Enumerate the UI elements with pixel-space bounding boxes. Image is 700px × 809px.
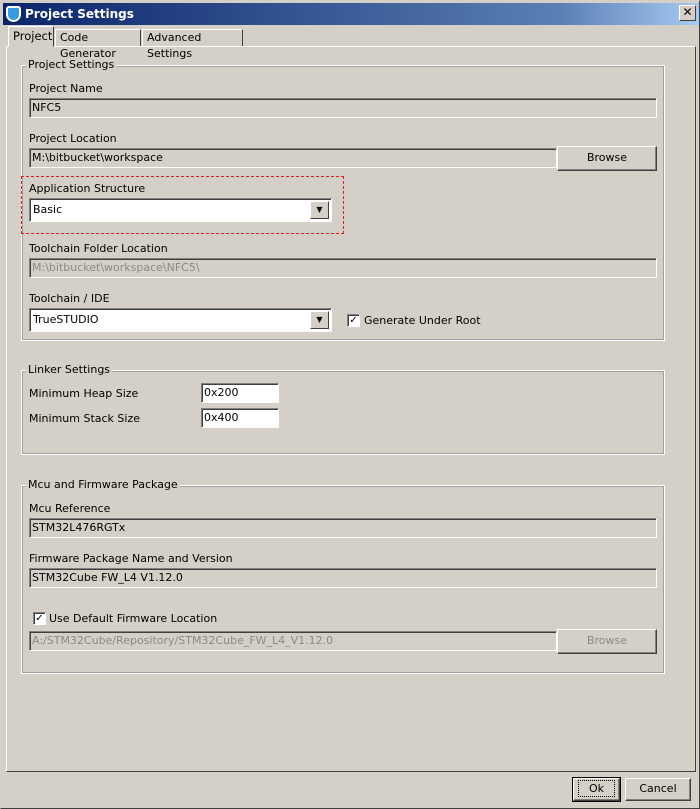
use-default-firmware-checkbox[interactable]: ✓: [33, 612, 46, 625]
stack-size-label: Minimum Stack Size: [29, 412, 141, 425]
stack-size-field[interactable]: 0x400: [201, 408, 279, 428]
project-name-label: Project Name: [29, 82, 103, 95]
toolchain-select[interactable]: TrueSTUDIO ▼: [29, 308, 332, 332]
browse-location-button[interactable]: Browse: [557, 146, 657, 171]
window-title: Project Settings: [25, 7, 134, 21]
project-name-field[interactable]: NFC5: [29, 98, 657, 118]
mcu-reference-field: STM32L476RGTx: [29, 518, 657, 538]
tab-code-generator[interactable]: Code Generator: [55, 29, 141, 60]
app-cube-icon: [6, 6, 21, 22]
firmware-location-field: A:/STM32Cube/Repository/STM32Cube_FW_L4_…: [29, 631, 557, 651]
toolchain-label: Toolchain / IDE: [29, 292, 110, 305]
toolchain-folder-label: Toolchain Folder Location: [29, 242, 168, 255]
group-legend: Linker Settings: [26, 363, 113, 376]
project-settings-dialog: Project Settings ✕ Project Code Generato…: [0, 0, 700, 809]
toolchain-folder-field: M:\bitbucket\workspace\NFC5\: [29, 258, 657, 278]
close-button[interactable]: ✕: [679, 5, 696, 21]
mcu-reference-label: Mcu Reference: [29, 502, 111, 515]
chevron-down-icon[interactable]: ▼: [310, 311, 329, 329]
application-structure-value: Basic: [33, 203, 63, 216]
firmware-package-field: STM32Cube FW_L4 V1.12.0: [29, 568, 657, 588]
project-location-label: Project Location: [29, 132, 117, 145]
application-structure-select[interactable]: Basic ▼: [29, 198, 332, 222]
tab-advanced-settings[interactable]: Advanced Settings: [142, 29, 243, 60]
generate-under-root-label: Generate Under Root: [364, 314, 481, 327]
cancel-button[interactable]: Cancel: [625, 778, 691, 801]
toolchain-value: TrueSTUDIO: [33, 313, 99, 326]
group-legend: Mcu and Firmware Package: [26, 478, 180, 491]
firmware-package-label: Firmware Package Name and Version: [29, 552, 233, 565]
tab-project[interactable]: Project: [8, 26, 54, 47]
group-legend: Project Settings: [26, 58, 117, 71]
ok-button[interactable]: Ok: [572, 777, 621, 802]
heap-size-label: Minimum Heap Size: [29, 387, 139, 400]
application-structure-label: Application Structure: [29, 182, 146, 195]
project-location-field[interactable]: M:\bitbucket\workspace: [29, 148, 557, 168]
generate-under-root-checkbox[interactable]: ✓: [347, 314, 360, 327]
heap-size-field[interactable]: 0x200: [201, 383, 279, 403]
title-bar: Project Settings: [3, 3, 699, 25]
chevron-down-icon[interactable]: ▼: [310, 201, 329, 219]
browse-firmware-button: Browse: [557, 629, 657, 654]
use-default-firmware-label: Use Default Firmware Location: [49, 612, 218, 625]
ok-label: Ok: [577, 780, 616, 797]
